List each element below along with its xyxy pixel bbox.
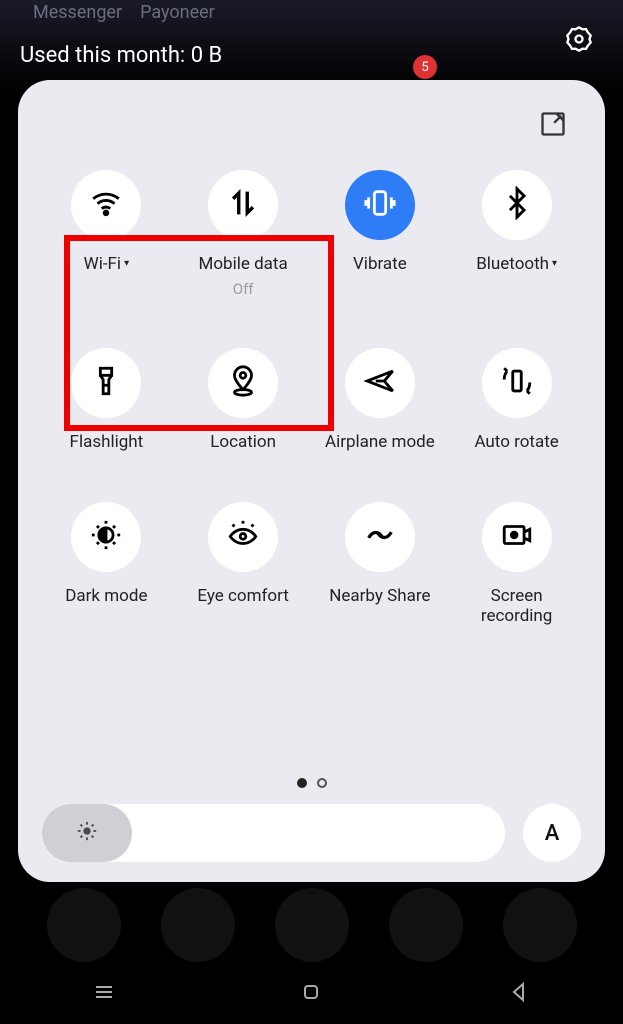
bg-app: Payoneer — [140, 2, 215, 23]
auto-rotate-toggle[interactable] — [482, 348, 552, 418]
notification-badge: 5 — [413, 55, 437, 79]
recent-apps-button[interactable] — [92, 980, 116, 1008]
eye-comfort-toggle[interactable] — [208, 502, 278, 572]
back-button[interactable] — [507, 980, 531, 1008]
brightness-thumb[interactable] — [42, 804, 132, 862]
mobile-data-toggle[interactable] — [208, 170, 278, 240]
dark-mode-icon — [89, 518, 123, 556]
brightness-slider[interactable] — [42, 804, 505, 862]
page-indicator[interactable] — [38, 766, 585, 800]
nearby-share-toggle[interactable] — [345, 502, 415, 572]
edit-tiles-icon[interactable] — [539, 110, 567, 142]
eye-comfort-label: Eye comfort — [197, 586, 288, 606]
page-dot-inactive — [317, 778, 327, 788]
airplane-label: Airplane mode — [325, 432, 435, 452]
airplane-icon — [363, 364, 397, 402]
wifi-toggle[interactable] — [71, 170, 141, 240]
bluetooth-toggle[interactable] — [482, 170, 552, 240]
bluetooth-label[interactable]: Bluetooth▾ — [476, 254, 557, 274]
auto-brightness-button[interactable]: A — [523, 804, 581, 862]
bg-app: Messenger — [33, 2, 122, 23]
location-toggle[interactable] — [208, 348, 278, 418]
background-dock — [0, 888, 623, 962]
wifi-icon — [89, 186, 123, 224]
page-dot-active — [297, 778, 307, 788]
home-button[interactable] — [299, 980, 323, 1008]
mobile-data-icon — [226, 186, 260, 224]
dark-mode-toggle[interactable] — [71, 502, 141, 572]
brightness-icon — [76, 820, 98, 846]
sound-mode-toggle[interactable] — [345, 170, 415, 240]
location-label: Location — [210, 432, 276, 452]
vibrate-label: Vibrate — [353, 254, 407, 274]
quick-settings-panel: Wi-Fi▾ Mobile data Off Vibrate — [18, 80, 605, 882]
vibrate-icon — [363, 186, 397, 224]
eye-comfort-icon — [226, 518, 260, 556]
flashlight-toggle[interactable] — [71, 348, 141, 418]
auto-rotate-icon — [500, 364, 534, 402]
dark-mode-label: Dark mode — [65, 586, 147, 606]
flashlight-icon — [89, 364, 123, 402]
screen-recording-toggle[interactable] — [482, 502, 552, 572]
wifi-label[interactable]: Wi-Fi▾ — [84, 254, 129, 274]
mobile-data-status: Off — [233, 280, 254, 298]
settings-gear-icon[interactable] — [565, 25, 593, 57]
flashlight-label: Flashlight — [70, 432, 144, 452]
location-icon — [226, 364, 260, 402]
airplane-mode-toggle[interactable] — [345, 348, 415, 418]
screen-recording-label: Screen recording — [481, 586, 552, 627]
auto-rotate-label: Auto rotate — [474, 432, 558, 452]
mobile-data-label: Mobile data — [199, 254, 288, 274]
data-usage-text: Used this month: 0 B — [20, 43, 222, 68]
nearby-share-label: Nearby Share — [329, 586, 430, 606]
screen-recording-icon — [500, 518, 534, 556]
bluetooth-icon — [500, 186, 534, 224]
nearby-share-icon — [363, 518, 397, 556]
navigation-bar — [0, 964, 623, 1024]
